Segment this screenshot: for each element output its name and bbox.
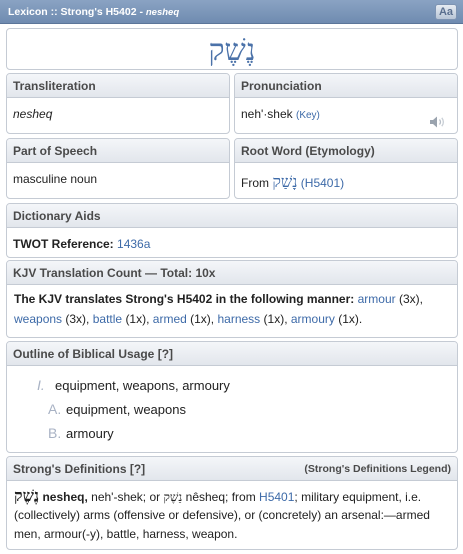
outline-header-label[interactable]: Outline of Biblical Usage [?] bbox=[13, 347, 173, 361]
kjv-word-count: (3x), bbox=[65, 312, 90, 326]
definition-text: neh'-shek; or bbox=[91, 490, 161, 504]
definition-text: ; military equipment, i.e. bbox=[294, 490, 422, 504]
outline-numeral: A. bbox=[48, 401, 62, 417]
window-titlebar: Lexicon :: Strong's H5402 - nesheq Aa bbox=[0, 0, 463, 24]
twot-link[interactable]: 1436a bbox=[117, 237, 150, 251]
kjv-intro: The KJV translates Strong's H5402 in the… bbox=[14, 292, 355, 306]
outline-header: Outline of Biblical Usage [?] bbox=[7, 342, 457, 366]
twot-label: TWOT Reference: bbox=[13, 237, 114, 251]
kjv-word-count: (3x), bbox=[398, 292, 423, 306]
pronunciation-header: Pronunciation bbox=[235, 74, 457, 98]
root-word-from: From bbox=[241, 176, 269, 190]
kjv-word-link[interactable]: armoury bbox=[291, 312, 335, 326]
kjv-word-count: (1x), bbox=[190, 312, 215, 326]
pronunciation-box: Pronunciation neh'·shek (Key) bbox=[234, 73, 458, 134]
definition-hebrew-alt: נֵשֶׁק bbox=[163, 490, 183, 504]
dictionary-aids-header: Dictionary Aids bbox=[7, 204, 457, 228]
kjv-word-count: (1x), bbox=[263, 312, 288, 326]
kjv-count-box: KJV Translation Count — Total: 10x The K… bbox=[6, 260, 458, 338]
outline-numeral: B. bbox=[48, 425, 62, 441]
definition-hebrew: נֶשֶׁק bbox=[14, 486, 40, 505]
transliteration-box: Transliteration nesheq bbox=[6, 73, 230, 134]
kjv-word-link[interactable]: harness bbox=[217, 312, 260, 326]
title-text: Lexicon :: Strong's H5402 - bbox=[8, 6, 146, 18]
definition-line: נֶשֶׁק nesheq, neh'-shek; or נֵשֶׁק nêsh… bbox=[14, 486, 449, 507]
pronunciation-key-link[interactable]: (Key) bbox=[296, 110, 320, 121]
headword-hebrew: נֶשֶׁק bbox=[208, 33, 256, 68]
outline-box: Outline of Biblical Usage [?] I. equipmen… bbox=[6, 341, 458, 453]
kjv-word-link[interactable]: weapons bbox=[14, 312, 62, 326]
outline-text: equipment, weapons bbox=[66, 402, 186, 417]
part-of-speech-value: masculine noun bbox=[13, 172, 98, 186]
root-word-header: Root Word (Etymology) bbox=[235, 139, 457, 163]
strongs-definitions-label[interactable]: Strong's Definitions [?] bbox=[13, 462, 145, 476]
root-word-ref-link[interactable]: (H5401) bbox=[301, 176, 344, 190]
definition-word: nesheq, bbox=[42, 490, 88, 504]
transliteration-value: nesheq bbox=[13, 107, 53, 121]
outline-text: armoury bbox=[66, 426, 114, 441]
kjv-count-header: KJV Translation Count — Total: 10x bbox=[7, 261, 457, 285]
outline-item: A. equipment, weapons bbox=[48, 401, 186, 417]
dictionary-aids-box: Dictionary Aids TWOT Reference: 1436a bbox=[6, 203, 458, 258]
kjv-word-link[interactable]: armour bbox=[358, 292, 396, 306]
speaker-icon[interactable] bbox=[429, 115, 447, 129]
strongs-definitions-box: Strong's Definitions [?] (Strong's Defin… bbox=[6, 456, 458, 550]
font-size-button[interactable]: Aa bbox=[435, 4, 457, 20]
definition-line: (collectively) arms (offensive or defens… bbox=[14, 508, 430, 522]
kjv-word-link[interactable]: armed bbox=[153, 312, 187, 326]
transliteration-header: Transliteration bbox=[7, 74, 229, 98]
root-word-hebrew[interactable]: נָשַׁק bbox=[272, 172, 297, 191]
definition-line: men, armour(-y), battle, harness, weapon… bbox=[14, 527, 238, 541]
outline-item: I. equipment, weapons, armoury bbox=[37, 377, 230, 393]
definition-text: nêsheq; from bbox=[185, 490, 256, 504]
kjv-word-link[interactable]: battle bbox=[93, 312, 122, 326]
part-of-speech-header: Part of Speech bbox=[7, 139, 229, 163]
root-word-box: Root Word (Etymology) From נָשַׁק (H5401… bbox=[234, 138, 458, 199]
outline-item: B. armoury bbox=[48, 425, 114, 441]
pronunciation-value: neh'·shek bbox=[241, 107, 293, 121]
kjv-word-count: (1x), bbox=[125, 312, 150, 326]
kjv-word-count: (1x). bbox=[338, 312, 363, 326]
strongs-definitions-header: Strong's Definitions [?] (Strong's Defin… bbox=[7, 457, 457, 481]
definition-ref-link[interactable]: H5401 bbox=[259, 490, 294, 504]
headword-box: נֶשֶׁק bbox=[6, 28, 458, 70]
outline-numeral: I. bbox=[37, 377, 45, 393]
title-entry: nesheq bbox=[145, 7, 180, 18]
strongs-legend-link[interactable]: (Strong's Definitions Legend) bbox=[304, 463, 451, 475]
part-of-speech-box: Part of Speech masculine noun bbox=[6, 138, 230, 199]
outline-text: equipment, weapons, armoury bbox=[55, 378, 230, 393]
